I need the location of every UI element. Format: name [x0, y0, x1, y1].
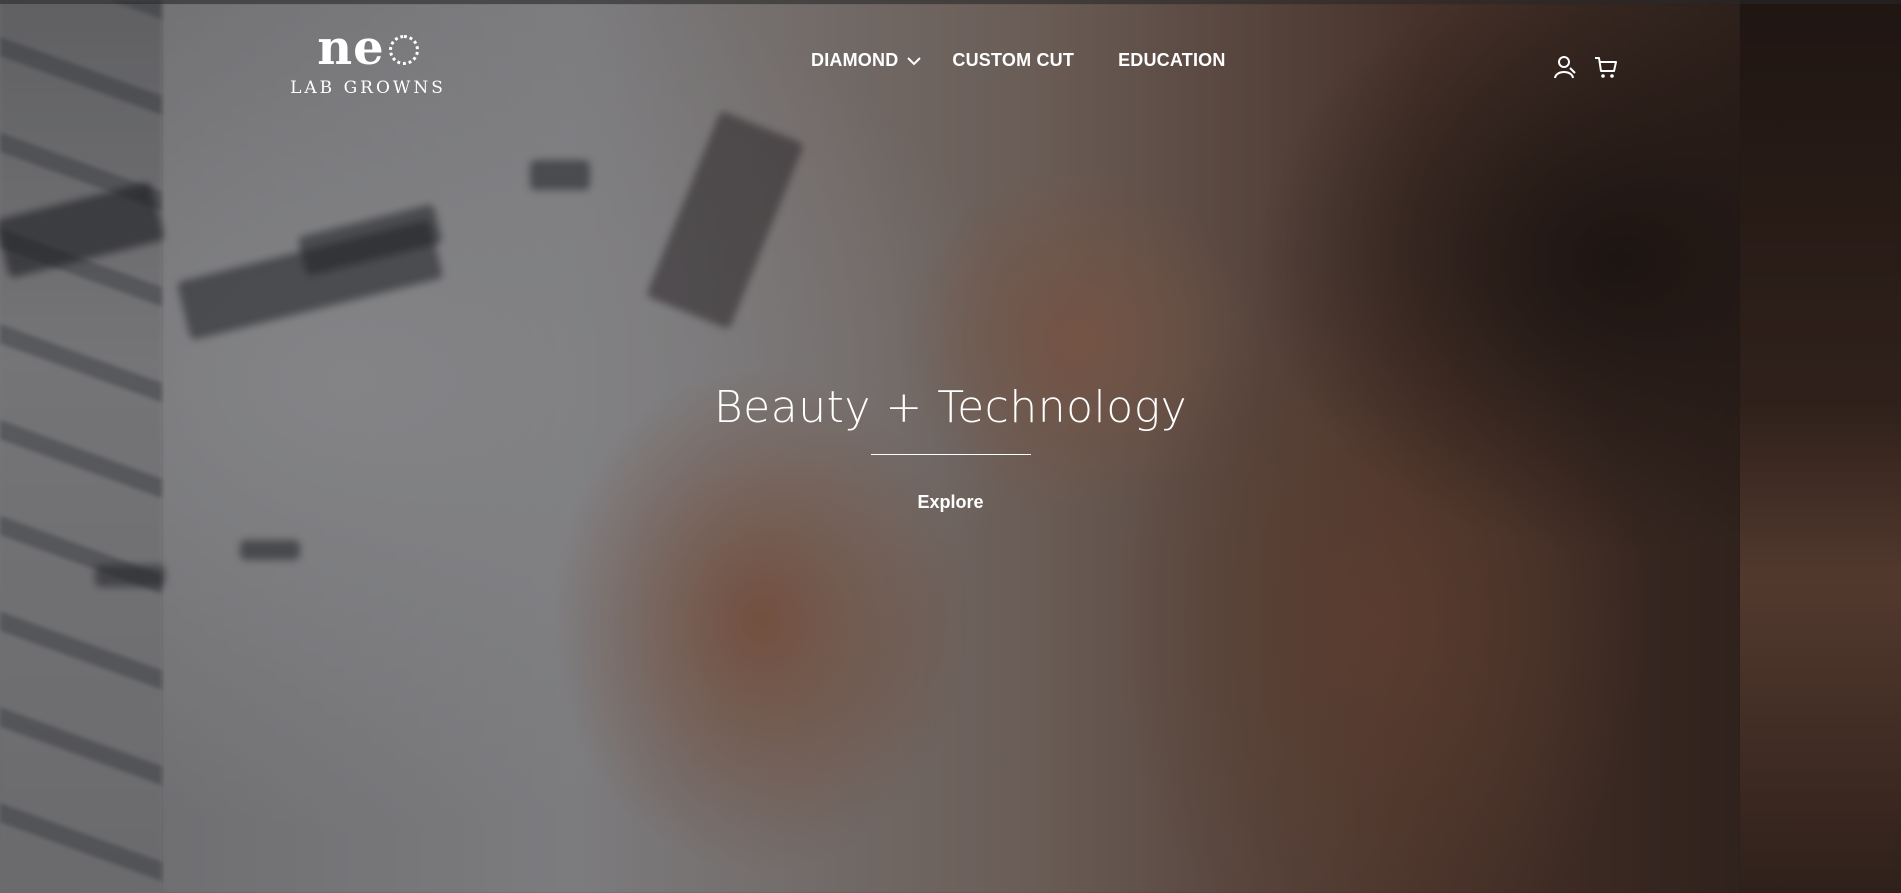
account-icon[interactable]: [1553, 54, 1579, 80]
hero-video-background: ne LAB GROWNS DIAMOND CUSTOM CUT EDUCATI…: [0, 0, 1901, 893]
header-icons: [1553, 54, 1619, 80]
nav-item-label: DIAMOND: [811, 50, 899, 70]
nav-item-education[interactable]: EDUCATION: [1118, 50, 1225, 71]
cart-icon[interactable]: [1593, 54, 1619, 80]
top-edge: [0, 0, 1901, 4]
nav-item-diamond[interactable]: DIAMOND: [811, 50, 922, 71]
nav-item-custom-cut[interactable]: CUSTOM CUT: [952, 50, 1074, 71]
hero-title: Beauty + Technology: [713, 382, 1188, 433]
main-nav: DIAMOND CUSTOM CUT EDUCATION: [811, 50, 1270, 71]
logo-ring-icon: [388, 35, 419, 65]
hero-divider: [871, 454, 1031, 455]
logo-text: ne: [317, 20, 385, 76]
nav-item-label: CUSTOM CUT: [952, 50, 1075, 70]
logo-subtitle: LAB GROWNS: [290, 78, 446, 98]
explore-link[interactable]: Explore: [917, 492, 983, 512]
hero-cta-wrapper: Explore: [0, 492, 1901, 513]
chevron-down-icon: [907, 56, 922, 65]
brand-logo[interactable]: ne LAB GROWNS: [284, 20, 452, 102]
dark-overlay: [0, 0, 1901, 893]
nav-item-label: EDUCATION: [1118, 50, 1226, 70]
logo-wordmark: ne: [284, 20, 452, 76]
